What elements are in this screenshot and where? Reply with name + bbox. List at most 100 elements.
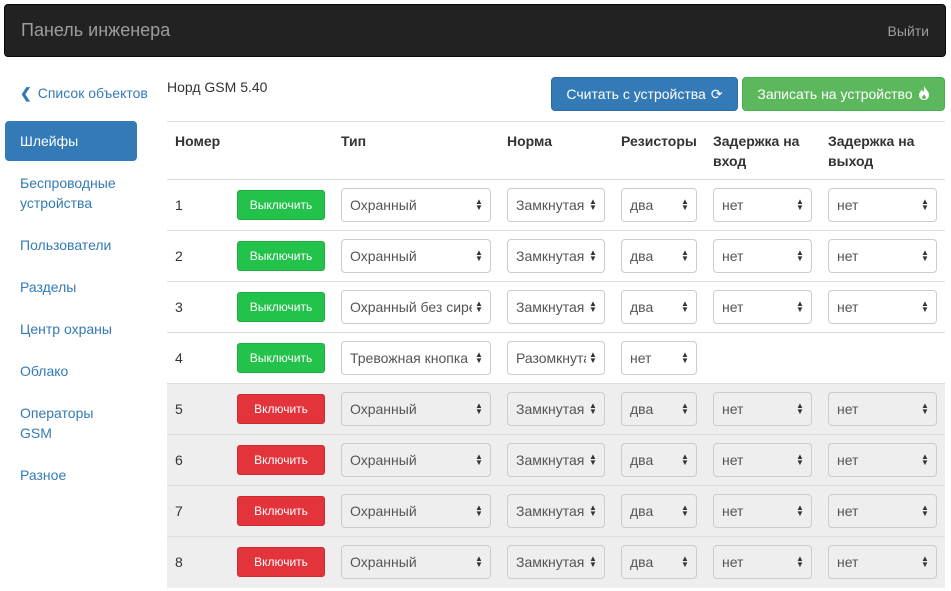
select-arrows-icon: ▲ ▼ [681,350,689,365]
sidebar-item-misc[interactable]: Разное [5,455,137,495]
table-row: 7 Включить Охранный ▲ ▼ Замкнутая ▲ ▼ два ▲ ▼ … [167,485,945,537]
delay-out-value: нет [837,299,859,315]
back-link-label: Список объектов [37,85,148,101]
enable-loop-button[interactable]: Включить [237,445,325,475]
delay-in-select[interactable]: нет ▲ ▼ [713,290,812,324]
delay-in-select[interactable]: нет ▲ ▼ [713,188,812,222]
norm-value: Замкнутая [516,299,585,315]
resistors-value: два [630,197,654,213]
table-row: 1 Выключить Охранный ▲ ▼ Замкнутая ▲ ▼ два ▲ ▼… [167,179,945,231]
disable-loop-button[interactable]: Выключить [237,292,325,322]
delay-in-select: нет ▲ ▼ [713,392,812,426]
sidebar-item-label: Операторы GSM [20,405,94,441]
sidebar-item-gsm-operators[interactable]: Операторы GSM [5,393,137,453]
select-arrows-icon: ▲ ▼ [796,554,804,570]
sidebar-item-label: Разделы [20,279,77,295]
enable-loop-button[interactable]: Включить [237,547,325,578]
sidebar-item-label: Пользователи [20,237,112,253]
row-number: 2 [167,230,229,282]
table-row: 4 Выключить Тревожная кнопка ▲ ▼ Разомкнут… [167,332,945,384]
delay-in-value: нет [722,197,744,213]
sidebar-item-users[interactable]: Пользователи [5,225,137,265]
select-arrows-icon: ▲ ▼ [921,554,929,570]
select-arrows-icon: ▲ ▼ [921,299,929,314]
select-arrows-icon: ▲ ▼ [475,401,483,416]
norm-value: Замкнутая [516,554,585,571]
write-to-device-button[interactable]: Записать на устройство [742,77,945,111]
norm-select[interactable]: Замкнутая ▲ ▼ [507,188,605,222]
resistors-select[interactable]: два ▲ ▼ [621,239,697,273]
sidebar-item-label: Беспроводные устройства [20,175,116,211]
select-arrows-icon: ▲ ▼ [475,554,483,570]
select-arrows-icon: ▲ ▼ [921,248,929,263]
delay-out-value: нет [837,503,859,519]
disable-loop-button[interactable]: Выключить [237,343,325,373]
type-select[interactable]: Охранный ▲ ▼ [341,239,491,273]
delay-out-value: нет [837,248,859,264]
select-arrows-icon: ▲ ▼ [796,248,804,263]
norm-select[interactable]: Замкнутая ▲ ▼ [507,290,605,324]
sidebar-item-cloud[interactable]: Облако [5,351,137,391]
type-value: Охранный [350,197,417,213]
resistors-select: два ▲ ▼ [621,494,697,528]
norm-select: Замкнутая ▲ ▼ [507,494,605,528]
type-select[interactable]: Тревожная кнопка ▲ ▼ [341,341,491,375]
enable-loop-button[interactable]: Включить [237,496,325,526]
sidebar-item-security-center[interactable]: Центр охраны [5,309,137,349]
select-arrows-icon: ▲ ▼ [796,452,804,467]
enable-loop-button[interactable]: Включить [237,394,325,424]
sidebar-item-loops[interactable]: Шлейфы [5,121,137,161]
type-select[interactable]: Охранный ▲ ▼ [341,188,491,222]
empty-cell [705,332,820,384]
delay-out-select[interactable]: нет ▲ ▼ [828,188,937,222]
logout-link[interactable]: Выйти [888,23,929,39]
resistors-select[interactable]: два ▲ ▼ [621,290,697,324]
sidebar-item-label: Шлейфы [20,133,79,149]
norm-select[interactable]: Разомкнутая▲▼ [507,341,605,375]
delay-out-select: нет ▲ ▼ [828,545,937,580]
type-value: Охранный [350,401,417,417]
delay-out-value: нет [837,197,859,213]
disable-loop-button[interactable]: Выключить [237,190,325,220]
disable-loop-button[interactable]: Выключить [237,241,325,271]
norm-select: Замкнутая ▲ ▼ [507,443,605,477]
chevron-left-icon: ❮ [20,85,32,101]
delay-out-select[interactable]: нет ▲ ▼ [828,290,937,324]
select-arrows-icon: ▲ ▼ [475,248,483,263]
type-select: Охранный ▲ ▼ [341,392,491,426]
read-from-device-button[interactable]: Считать с устройства ⟳ [551,77,738,111]
norm-value: Замкнутая [516,248,585,264]
resistors-select[interactable]: нет ▲ ▼ [621,341,697,375]
select-arrows-icon: ▲ ▼ [921,401,929,416]
select-arrows-icon: ▲ ▼ [475,197,483,212]
read-button-label: Считать с устройства [566,86,706,102]
sidebar-item-label: Разное [20,467,67,483]
select-arrows-icon: ▲ ▼ [589,299,597,314]
select-arrows-icon: ▲ ▼ [589,401,597,416]
delay-in-select[interactable]: нет ▲ ▼ [713,239,812,273]
resistors-select: два ▲ ▼ [621,443,697,477]
table-row: 8 Включить Охранный ▲ ▼ Замкнутая ▲ ▼ два ▲ ▼ … [167,536,945,588]
delay-out-select: нет ▲ ▼ [828,494,937,528]
type-select[interactable]: Охранный без сирены▲▼ [341,290,491,324]
delay-out-select: нет ▲ ▼ [828,392,937,426]
sidebar-item-label: Облако [20,363,69,379]
select-arrows-icon: ▲ ▼ [475,350,483,365]
sidebar-item-wireless-devices[interactable]: Беспроводные устройства [5,163,137,223]
norm-select: Замкнутая ▲ ▼ [507,392,605,426]
delay-out-value: нет [837,401,859,417]
resistors-select[interactable]: два ▲ ▼ [621,188,697,222]
select-arrows-icon: ▲ ▼ [475,503,483,518]
row-number: 8 [167,536,229,588]
navbar-brand[interactable]: Панель инженера [21,20,170,41]
back-to-objects-link[interactable]: ❮ Список объектов [20,85,148,102]
select-arrows-icon: ▲ ▼ [681,503,689,518]
select-arrows-icon: ▲ ▼ [681,248,689,263]
sidebar-item-sections[interactable]: Разделы [5,267,137,307]
delay-out-select[interactable]: нет ▲ ▼ [828,239,937,273]
write-button-label: Записать на устройство [757,86,913,102]
select-arrows-icon: ▲ ▼ [796,503,804,518]
delay-in-value: нет [722,248,744,264]
type-select: Охранный ▲ ▼ [341,443,491,477]
norm-select[interactable]: Замкнутая ▲ ▼ [507,239,605,273]
